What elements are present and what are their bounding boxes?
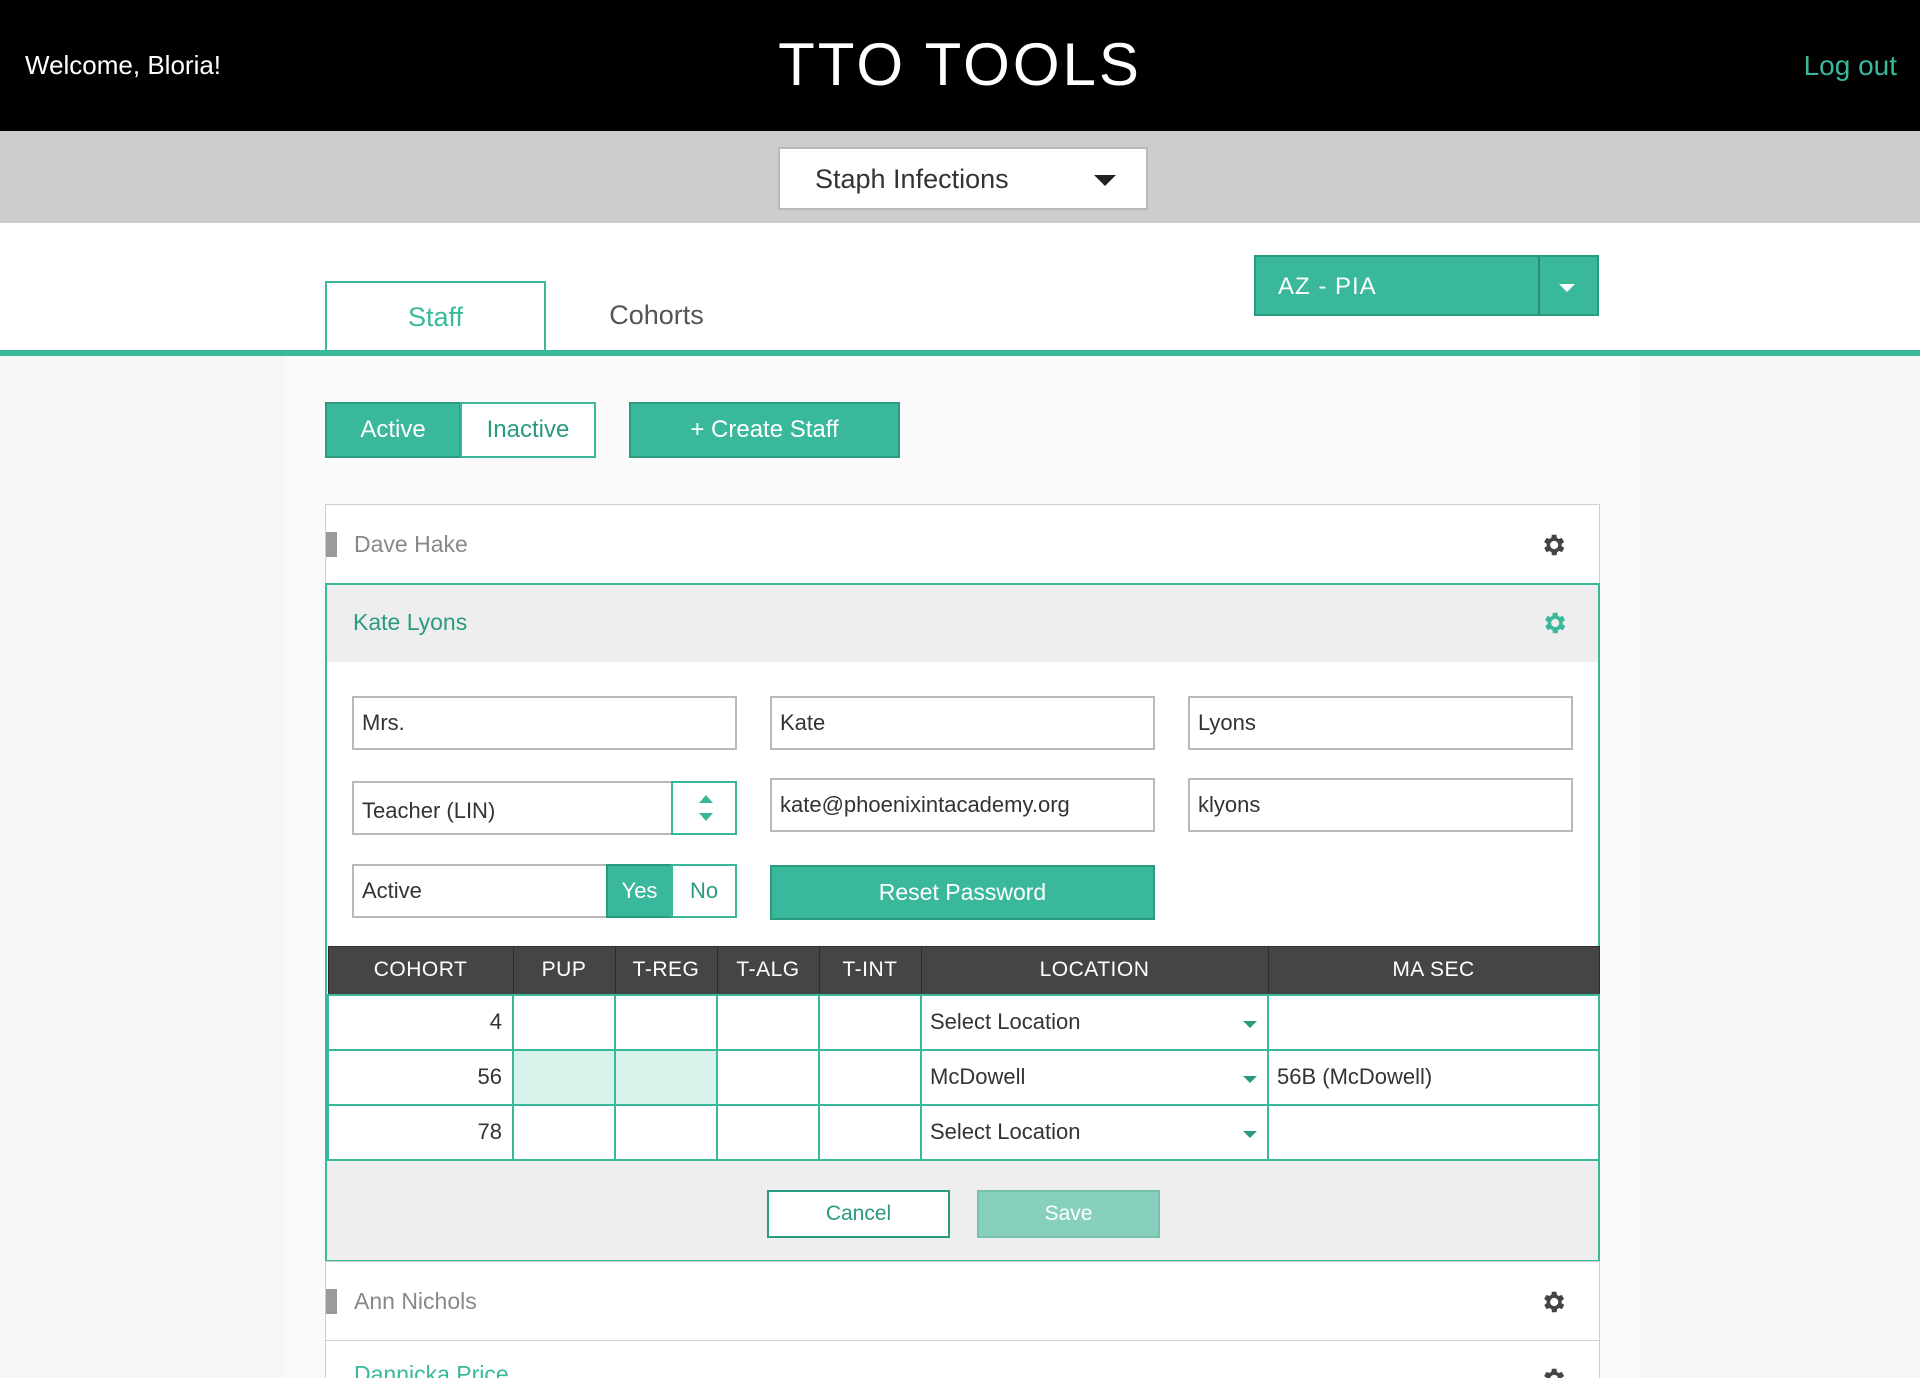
staff-name: Ann Nichols [354,1288,477,1314]
app-title: TTO TOOLS [778,31,1142,98]
active-no-button[interactable]: No [671,864,737,918]
active-toggle-label: Active [362,878,422,903]
table-row: 4 Select Location [327,993,1600,1051]
t-alg-cell[interactable] [716,1103,820,1161]
staff-row-kate-lyons[interactable]: Kate Lyons [327,585,1598,662]
region-select-value: AZ - PIA [1278,273,1377,300]
tab-staff[interactable]: Staff [325,281,546,353]
program-select-value: Staph Infections [815,164,1009,194]
cohort-cell: 4 [327,993,514,1051]
ma-sec-cell [1267,1103,1600,1161]
program-select[interactable]: Staph Infections [778,147,1148,210]
chevron-down-icon [1243,1130,1257,1138]
logout-link[interactable]: Log out [1804,50,1897,82]
table-header-row: COHORT PUP T-REG T-ALG T-INT LOCATION MA… [327,946,1600,996]
active-toggle-field: Active Yes No [352,864,737,918]
chevron-down-icon [1243,1020,1257,1028]
table-row: 78 Select Location [327,1103,1600,1161]
ma-sec-cell: 56B (McDowell) [1267,1048,1600,1106]
location-select-value: Select Location [930,1009,1081,1034]
gear-icon[interactable] [1540,609,1568,637]
staff-edit-panel: Kate Lyons Mrs. Kate Lyons Teacher (LIN)… [325,583,1600,1262]
tab-cohorts[interactable]: Cohorts [546,281,767,353]
chevron-down-icon [1243,1075,1257,1083]
prefix-field[interactable]: Mrs. [352,696,737,750]
pup-cell[interactable] [512,993,616,1051]
ma-sec-cell [1267,993,1600,1051]
chevron-down-icon [1094,175,1116,186]
chevron-down-icon [699,813,713,821]
save-button[interactable]: Save [977,1190,1160,1238]
t-reg-cell[interactable] [614,1103,718,1161]
t-reg-cell[interactable] [614,993,718,1051]
gear-icon[interactable] [1539,531,1567,559]
reset-password-button[interactable]: Reset Password [770,865,1155,920]
tabs-area [0,223,1920,353]
region-select-divider [1538,257,1540,314]
gear-icon[interactable] [1539,1288,1567,1316]
active-yes-button[interactable]: Yes [606,864,673,918]
t-int-cell[interactable] [818,1103,922,1161]
staff-row-dannicka-price[interactable]: Dannicka Price [325,1340,1600,1378]
location-select[interactable]: Select Location [920,993,1269,1051]
filter-active-button[interactable]: Active [325,402,461,458]
column-header: T-REG [614,946,718,996]
column-header: T-INT [818,946,922,996]
t-int-cell[interactable] [818,1048,922,1106]
location-select[interactable]: Select Location [920,1103,1269,1161]
filter-inactive-button[interactable]: Inactive [460,402,596,458]
program-bar: Staph Infections [0,131,1920,223]
username-field[interactable]: klyons [1188,778,1573,832]
role-stepper[interactable] [671,781,737,835]
column-header: MA SEC [1267,946,1600,996]
cancel-button[interactable]: Cancel [767,1190,950,1238]
staff-row-dave-hake[interactable]: Dave Hake [325,504,1600,584]
create-staff-button[interactable]: + Create Staff [629,402,900,458]
column-header: PUP [512,946,616,996]
column-header: T-ALG [716,946,820,996]
first-name-field[interactable]: Kate [770,696,1155,750]
row-marker [326,1289,337,1314]
staff-row-ann-nichols[interactable]: Ann Nichols [325,1261,1600,1341]
t-reg-cell[interactable] [614,1048,718,1106]
t-int-cell[interactable] [818,993,922,1051]
email-field[interactable]: kate@phoenixintacademy.org [770,778,1155,832]
chevron-down-icon [1559,284,1575,292]
t-alg-cell[interactable] [716,993,820,1051]
last-name-field[interactable]: Lyons [1188,696,1573,750]
t-alg-cell[interactable] [716,1048,820,1106]
column-header: COHORT [327,946,514,996]
staff-name: Dannicka Price [354,1361,509,1378]
role-select-value: Teacher (LIN) [362,798,496,823]
column-header: LOCATION [920,946,1269,996]
location-select-value: McDowell [930,1064,1026,1089]
cohort-table: COHORT PUP T-REG T-ALG T-INT LOCATION MA… [327,946,1600,1161]
row-marker [326,532,337,557]
chevron-up-icon [699,795,713,803]
cohort-cell: 78 [327,1103,514,1161]
cohort-cell: 56 [327,1048,514,1106]
role-select[interactable]: Teacher (LIN) [352,781,737,835]
location-select-value: Select Location [930,1119,1081,1144]
table-row: 56 McDowell 56B (McDowell) [327,1048,1600,1106]
pup-cell[interactable] [512,1103,616,1161]
form-actions: Cancel Save [327,1161,1598,1260]
gear-icon[interactable] [1539,1365,1567,1378]
pup-cell[interactable] [512,1048,616,1106]
top-bar: Welcome, Bloria! TTO TOOLS Log out [0,0,1920,131]
region-select[interactable]: AZ - PIA [1254,255,1599,316]
staff-name: Dave Hake [354,531,468,557]
location-select[interactable]: McDowell [920,1048,1269,1106]
staff-name: Kate Lyons [353,609,468,635]
